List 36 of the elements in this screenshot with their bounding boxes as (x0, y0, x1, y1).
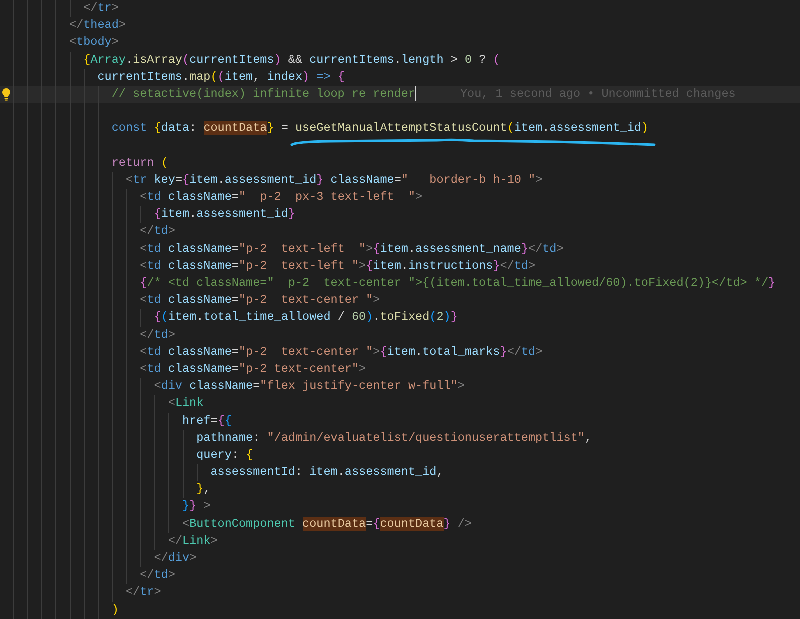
code-line: </div> (13, 550, 197, 568)
code-line: pathname: "/admin/evaluatelist/questionuserattemptlist", (13, 430, 592, 447)
code-line: assessmentId: item.assessment_id, (13, 464, 444, 482)
code-line: </Link> (13, 532, 218, 550)
code-line: const {data: countData} = useGetManualAttemptStatusCount(item.assessment_id) (13, 120, 649, 138)
code-line: href={{ (13, 412, 232, 430)
code-line: <tbody> (13, 34, 119, 52)
code-line: {(item.total_time_allowed / 60).toFixed(2)} (13, 309, 458, 327)
code-line: <Link (13, 395, 204, 412)
code-line: <td className="p-2 text-center ">{item.total_marks}</td> (13, 344, 543, 361)
code-line: </thead> (13, 17, 126, 34)
text-cursor (415, 86, 416, 101)
code-line: {Array.isArray(currentItems) && currentItems.length > 0 ? ( (13, 52, 500, 69)
code-line: ) (13, 602, 119, 619)
code-line: query: { (13, 446, 254, 464)
code-line: <ButtonComponent countData={countData} /> (13, 516, 472, 533)
code-line: </tr> (13, 0, 119, 18)
code-line: <div className="flex justify-center w-full"> (13, 378, 465, 396)
code-line: currentItems.map((item, index) => { (13, 68, 345, 86)
code-line: return ( (13, 154, 168, 172)
code-line: <tr key={item.assessment_id} className=" border-b h-10 "> (13, 172, 543, 190)
code-line: </tr> (13, 584, 162, 602)
code-line: <td className="p-2 text-center "> (13, 292, 380, 310)
code-line: {item.assessment_id} (13, 206, 296, 224)
code-line: <td className="p-2 text-left ">{item.assessment_name}</td> (13, 240, 564, 258)
code-line: <td className="p-2 text-center"> (13, 360, 366, 378)
code-line: </td> (13, 223, 176, 241)
code-line: </td> (13, 326, 176, 344)
lightbulb-icon[interactable] (2, 88, 11, 101)
code-line: }, (13, 481, 211, 498)
code-line: // setactive(index) infinite loop re render (13, 86, 416, 104)
code-line: <td className=" p-2 px-3 text-left "> (13, 189, 423, 206)
code-line: </td> (13, 567, 176, 584)
code-line: {/* <td className=" p-2 text-center ">{(item.total_time_allowed/60).toFixed(2)}</td> */} (13, 275, 776, 292)
code-line: <td className="p-2 text-left ">{item.instructions}</td> (13, 258, 536, 275)
code-line: }} > (13, 498, 211, 516)
